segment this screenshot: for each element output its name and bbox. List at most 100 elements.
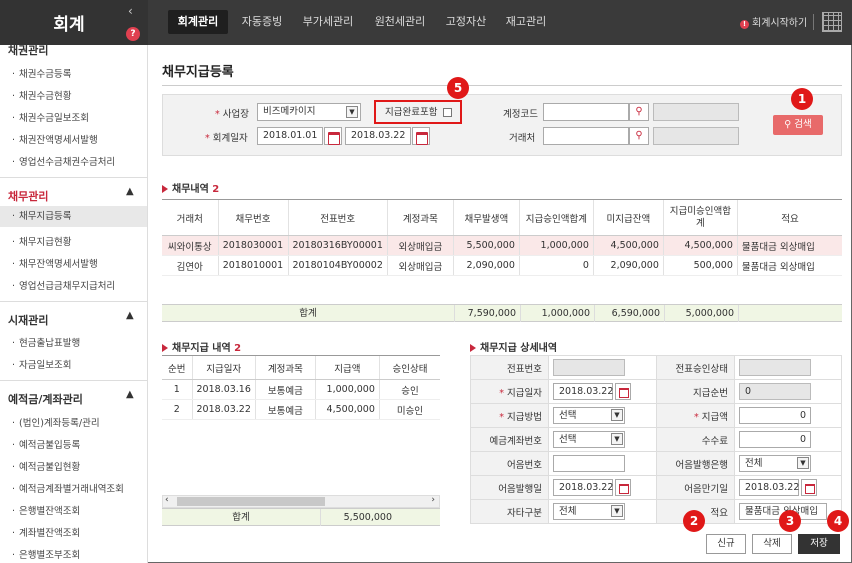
column-header[interactable]: 승인상태 — [378, 355, 440, 380]
sidebar-item[interactable]: 예적금불입현황 — [12, 459, 80, 473]
calendar-icon[interactable] — [324, 127, 342, 145]
calculator-icon[interactable] — [822, 12, 842, 32]
amount-input[interactable]: 0 — [739, 407, 811, 424]
scrollbar-thumb[interactable] — [177, 497, 325, 506]
sidebar-item[interactable]: 현금출납표발행 — [12, 335, 80, 349]
table-row[interactable]: 2 2018.03.22 보통예금 4,500,000 미승인 — [162, 399, 440, 420]
horizontal-scrollbar[interactable]: ‹ › — [162, 495, 440, 508]
account-select[interactable]: 선택 ▼ — [553, 431, 625, 448]
table-cell: 승인 — [378, 379, 440, 400]
sidebar-item[interactable]: 자금일보조회 — [12, 357, 71, 371]
tab-auto-evidence[interactable]: 자동증빙 — [236, 10, 288, 34]
tab-accounting[interactable]: 회계관리 — [168, 10, 228, 34]
column-header[interactable]: 지급승인액합계 — [518, 199, 594, 236]
calendar-icon[interactable] — [412, 127, 430, 145]
main-content: 채무지급등록 * 사업장 비즈메카이지 ▼ * 회계일자 2018.01.01 2… — [148, 45, 852, 563]
chevron-up-icon[interactable]: ▲ — [126, 389, 134, 400]
voucher-no-field — [553, 359, 625, 376]
chevron-up-icon[interactable]: ▲ — [126, 186, 134, 197]
pay-date-label: * 지급일자 — [470, 379, 549, 404]
search-icon: ⚲ — [784, 119, 795, 130]
search-icon[interactable]: ⚲ — [629, 127, 649, 145]
table-cell: 2018010001 — [217, 255, 288, 276]
calendar-icon[interactable] — [615, 383, 631, 400]
sidebar-item[interactable]: 영업선수금채권수금처리 — [12, 154, 115, 168]
column-header[interactable]: 채무번호 — [217, 199, 288, 236]
sidebar-item[interactable]: 영업선급금채무지급처리 — [12, 278, 115, 292]
bill-bank-select[interactable]: 전체 ▼ — [739, 455, 811, 472]
new-button[interactable]: 신규 — [706, 534, 746, 554]
top-bar: 회계 ‹ ? 회계관리 자동증빙 부가세관리 원천세관리 고정자산 재고관리 !… — [0, 0, 852, 45]
callout-box — [374, 100, 462, 124]
sidebar-item[interactable]: (법인)계좌등록/관리 — [12, 415, 100, 429]
method-select[interactable]: 선택 ▼ — [553, 407, 625, 424]
sidebar-section-cash[interactable]: 시재관리 — [8, 312, 48, 328]
column-header[interactable]: 적요 — [736, 199, 842, 236]
sidebar-section-payables[interactable]: 채무관리 — [8, 188, 48, 204]
table-row[interactable]: 1 2018.03.16 보통예금 1,000,000 승인 — [162, 379, 440, 400]
date-from-input[interactable]: 2018.01.01 — [257, 127, 323, 145]
date-to-input[interactable]: 2018.03.22 — [345, 127, 411, 145]
biz-select[interactable]: 비즈메카이지 ▼ — [257, 103, 361, 121]
column-header[interactable]: 채무발생액 — [452, 199, 520, 236]
pay-date-input[interactable]: 2018.03.22 — [553, 383, 613, 400]
tab-fixed-assets[interactable]: 고정자산 — [440, 10, 492, 34]
sidebar-item[interactable]: 예적금불입등록 — [12, 437, 80, 451]
search-button[interactable]: ⚲ 검색 — [773, 115, 823, 135]
sidebar-item[interactable]: 채무지급현황 — [12, 234, 71, 248]
divider — [0, 177, 147, 178]
column-header[interactable]: 미지급잔액 — [592, 199, 664, 236]
sidebar-item[interactable]: 채무잔액명세서발행 — [12, 256, 98, 270]
account-code-input[interactable] — [543, 103, 629, 121]
sidebar-section-deposits[interactable]: 예적금/계좌관리 — [8, 391, 83, 407]
sidebar-item[interactable]: 채권잔액명세서발행 — [12, 132, 98, 146]
column-header[interactable]: 계정과목 — [254, 355, 316, 380]
delete-button[interactable]: 삭제 — [752, 534, 792, 554]
save-button[interactable]: 저장 — [798, 534, 840, 554]
column-header[interactable]: 지급일자 — [191, 355, 256, 380]
column-header[interactable]: 지급미승인액합계 — [662, 199, 738, 236]
chevron-down-icon: ▼ — [611, 433, 623, 445]
table-row[interactable]: 김연아 2018010001 20180104BY00002 외상매입금 2,0… — [162, 255, 842, 276]
column-header[interactable]: 거래처 — [162, 199, 218, 236]
sidebar-item[interactable]: 은행별조부조회 — [12, 547, 80, 561]
column-header[interactable]: 계정과목 — [386, 199, 454, 236]
calendar-icon[interactable] — [615, 479, 631, 496]
tab-inventory[interactable]: 재고관리 — [500, 10, 552, 34]
column-header[interactable]: 순번 — [162, 355, 192, 380]
sidebar-item[interactable]: 예적금계좌별거래내역조회 — [12, 481, 124, 495]
table-row[interactable]: 씨와이통상 2018030001 20180316BY00001 외상매입금 5… — [162, 235, 842, 256]
search-icon[interactable]: ⚲ — [629, 103, 649, 121]
sidebar-item[interactable]: 은행별잔액조회 — [12, 503, 80, 517]
sidebar-item[interactable]: 채권수금현황 — [12, 88, 71, 102]
sidebar: 채권관리 채권수금등록 채권수금현황 채권수금일보조회 채권잔액명세서발행 영업… — [0, 45, 148, 563]
sidebar-item-selected[interactable]: 채무지급등록 — [0, 206, 147, 227]
other-select[interactable]: 전체 ▼ — [553, 503, 625, 520]
issue-date-input[interactable]: 2018.03.22 — [553, 479, 613, 496]
sidebar-item[interactable]: 계좌별잔액조회 — [12, 525, 80, 539]
callout-badge: 3 — [779, 510, 801, 532]
collapse-sidebar-icon[interactable]: ‹ — [128, 4, 133, 18]
chevron-right-icon[interactable]: › — [431, 495, 435, 505]
column-header[interactable]: 전표번호 — [287, 199, 388, 236]
sidebar-section-receivables[interactable]: 채권관리 — [8, 45, 48, 58]
help-icon[interactable]: ? — [126, 27, 140, 41]
due-date-input[interactable]: 2018.03.22 — [739, 479, 799, 496]
tab-withholding[interactable]: 원천세관리 — [368, 10, 432, 34]
chevron-left-icon[interactable]: ‹ — [165, 495, 169, 505]
chevron-down-icon: ▼ — [611, 505, 623, 517]
tab-vat[interactable]: 부가세관리 — [296, 10, 360, 34]
start-accounting-link[interactable]: ! 회계시작하기 — [740, 14, 807, 29]
chevron-up-icon[interactable]: ▲ — [126, 310, 134, 321]
bill-no-input[interactable] — [553, 455, 625, 472]
client-input[interactable] — [543, 127, 629, 145]
column-header[interactable]: 지급액 — [314, 355, 380, 380]
calendar-icon[interactable] — [801, 479, 817, 496]
fee-input[interactable]: 0 — [739, 431, 811, 448]
callout-badge: 4 — [827, 510, 849, 532]
sidebar-item[interactable]: 채권수금등록 — [12, 66, 71, 80]
chevron-down-icon: ▼ — [346, 106, 358, 118]
sidebar-item[interactable]: 채권수금일보조회 — [12, 110, 89, 124]
table-cell: 2018.03.16 — [191, 379, 256, 400]
payments-sum-row: 합계 5,500,000 — [162, 508, 440, 526]
